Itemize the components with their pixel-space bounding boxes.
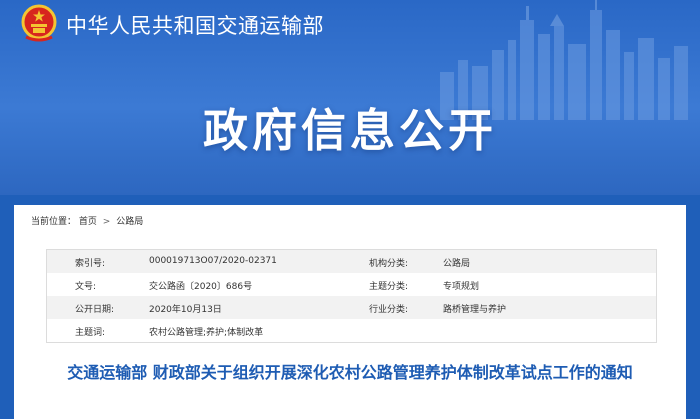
document-number-label: 文号:: [75, 282, 97, 292]
publish-date-value: 2020年10月13日: [149, 305, 222, 315]
ministry-name[interactable]: 中华人民共和国交通运输部: [66, 10, 324, 40]
breadcrumb-separator: >: [102, 217, 111, 227]
document-metadata-table: 索引号: 000019713O07/2020-02371 机构分类: 公路局 文…: [46, 249, 657, 343]
table-row: 索引号: 000019713O07/2020-02371 机构分类: 公路局: [47, 250, 656, 273]
page-title: 政府信息公开: [202, 104, 497, 157]
agency-category-value: 公路局: [443, 259, 471, 269]
keywords-label: 主题词:: [75, 328, 106, 338]
header-banner: 中华人民共和国交通运输部 政府信息公开: [0, 0, 700, 195]
publish-date-label: 公开日期:: [75, 305, 115, 315]
table-row: 公开日期: 2020年10月13日 行业分类: 路桥管理与养护: [47, 296, 656, 319]
document-title: 交通运输部 财政部关于组织开展深化农村公路管理养护体制改革试点工作的通知: [67, 363, 633, 382]
keywords-value: 农村公路管理;养护;体制改革: [149, 328, 264, 338]
index-number-value: 000019713O07/2020-02371: [149, 256, 277, 266]
breadcrumb-label: 当前位置：: [31, 217, 77, 227]
breadcrumb: 当前位置： 首页 > 公路局: [31, 214, 143, 227]
industry-category-label: 行业分类:: [369, 305, 409, 315]
industry-category-value: 路桥管理与养护: [443, 305, 507, 315]
index-number-label: 索引号:: [75, 259, 106, 269]
subject-category-label: 主题分类:: [369, 282, 409, 292]
agency-category-label: 机构分类:: [369, 259, 409, 269]
national-emblem-icon: [21, 4, 57, 42]
subject-category-value: 专项规划: [443, 282, 480, 292]
table-row: 主题词: 农村公路管理;养护;体制改革: [47, 319, 656, 342]
document-number-value: 交公路函〔2020〕686号: [149, 282, 253, 292]
breadcrumb-home-link[interactable]: 首页: [79, 217, 97, 227]
breadcrumb-section-link[interactable]: 公路局: [116, 217, 143, 227]
table-row: 文号: 交公路函〔2020〕686号 主题分类: 专项规划: [47, 273, 656, 296]
content-panel: 当前位置： 首页 > 公路局 索引号: 000019713O07/2020-02…: [14, 205, 686, 419]
